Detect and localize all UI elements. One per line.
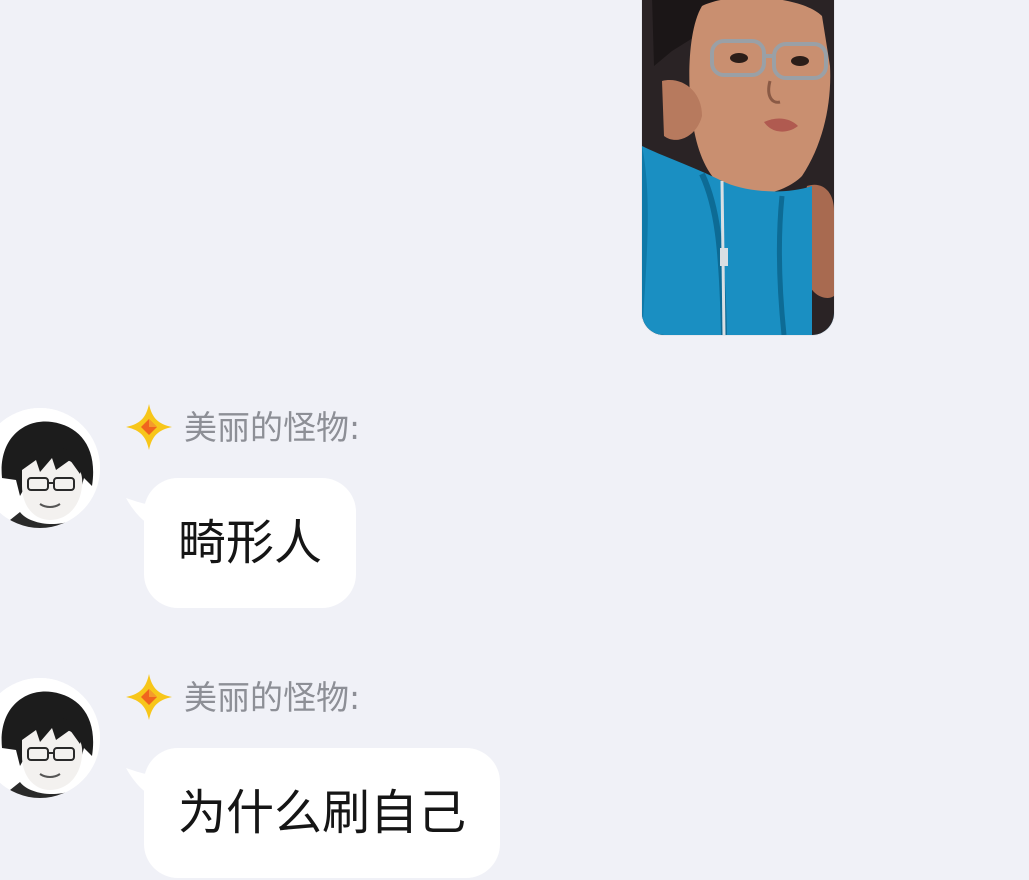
anime-boy-with-glasses-avatar-icon: [0, 678, 100, 798]
sender-avatar[interactable]: [0, 408, 100, 528]
chat-message: 美丽的怪物: 畸形人: [0, 400, 600, 610]
message-bubble[interactable]: 为什么刷自己: [144, 748, 501, 878]
yellow-diamond-rank-icon: [126, 674, 172, 720]
message-bubble-container: 为什么刷自己: [122, 748, 501, 878]
rank-badge: [124, 672, 174, 722]
sender-name[interactable]: 美丽的怪物:: [184, 406, 360, 450]
sender-name[interactable]: 美丽的怪物:: [184, 676, 360, 720]
message-bubble-container: 畸形人: [122, 478, 357, 608]
photo-of-boy-in-blue-jacket-icon: [642, 0, 834, 335]
yellow-diamond-rank-icon: [126, 404, 172, 450]
chat-message: 美丽的怪物: 为什么刷自己: [0, 670, 600, 880]
sender-avatar[interactable]: [0, 678, 100, 798]
anime-boy-with-glasses-avatar-icon: [0, 408, 100, 528]
shared-photo-image[interactable]: [642, 0, 834, 335]
message-bubble[interactable]: 畸形人: [144, 478, 357, 608]
rank-badge: [124, 402, 174, 452]
